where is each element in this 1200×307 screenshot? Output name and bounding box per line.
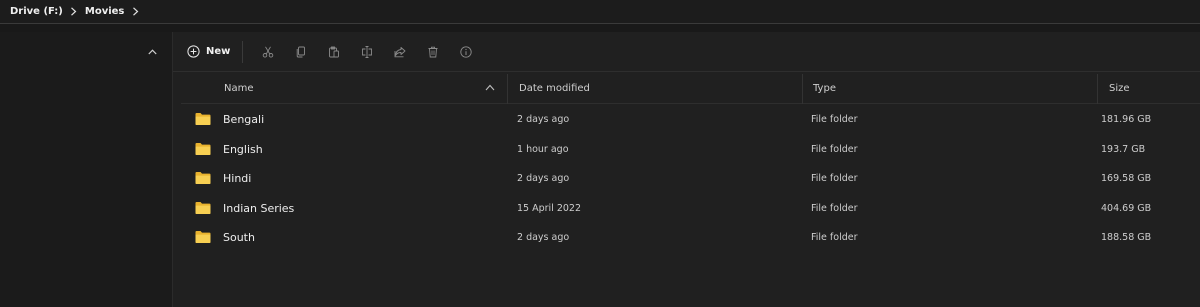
file-size: 169.58 GB bbox=[1101, 173, 1152, 185]
delete-button[interactable] bbox=[416, 39, 449, 65]
folder-icon bbox=[195, 231, 211, 243]
file-date-modified: 2 days ago bbox=[517, 114, 570, 126]
file-type: File folder bbox=[811, 143, 858, 155]
folder-icon bbox=[195, 142, 211, 155]
new-button[interactable]: New bbox=[185, 39, 236, 65]
rename-icon bbox=[361, 45, 372, 58]
column-date-label: Date modified bbox=[519, 82, 590, 94]
chevron-right-icon[interactable] bbox=[67, 5, 81, 19]
column-size-label: Size bbox=[1109, 82, 1130, 94]
file-name: Indian Series bbox=[223, 201, 295, 215]
share-button[interactable] bbox=[383, 39, 416, 65]
column-header-name[interactable]: Name bbox=[224, 72, 504, 104]
file-size: 193.7 GB bbox=[1101, 143, 1146, 155]
column-name-label: Name bbox=[224, 82, 254, 94]
file-name: English bbox=[223, 142, 263, 156]
file-date-modified: 15 April 2022 bbox=[517, 202, 582, 214]
navigation-pane bbox=[0, 32, 172, 307]
address-bar[interactable]: Drive (F:) Movies bbox=[0, 0, 1200, 24]
sort-ascending-icon[interactable] bbox=[485, 84, 495, 91]
breadcrumb: Drive (F:) Movies bbox=[10, 5, 146, 19]
copy-icon bbox=[296, 46, 305, 57]
breadcrumb-item-movies[interactable]: Movies bbox=[85, 6, 125, 17]
file-size: 188.58 GB bbox=[1101, 232, 1152, 244]
info-icon bbox=[460, 45, 472, 58]
column-divider[interactable] bbox=[802, 74, 803, 104]
toolbar-divider bbox=[242, 40, 244, 63]
file-list: Bengali 2 days ago File folder 181.96 GB… bbox=[181, 105, 1200, 253]
column-divider[interactable] bbox=[507, 74, 508, 104]
cut-button[interactable] bbox=[251, 39, 284, 65]
column-divider[interactable] bbox=[1097, 74, 1098, 104]
list-item[interactable]: Hindi 2 days ago File folder 169.58 GB bbox=[181, 164, 1200, 194]
list-item[interactable]: English 1 hour ago File folder 193.7 GB bbox=[181, 135, 1200, 165]
file-size: 404.69 GB bbox=[1101, 202, 1152, 214]
paste-button[interactable] bbox=[317, 39, 350, 65]
copy-button[interactable] bbox=[284, 39, 317, 65]
list-item[interactable]: Indian Series 15 April 2022 File folder … bbox=[181, 194, 1200, 224]
chevron-up-icon bbox=[147, 49, 157, 55]
folder-icon bbox=[195, 201, 211, 214]
file-list-pane: New Name Date modified Type Size Bengali… bbox=[172, 32, 1200, 307]
list-item[interactable]: South 2 days ago File folder 188.58 GB bbox=[181, 223, 1200, 253]
folder-icon bbox=[195, 113, 211, 125]
column-header-date-modified[interactable]: Date modified bbox=[519, 72, 799, 104]
collapse-button[interactable] bbox=[142, 44, 162, 60]
file-type: File folder bbox=[811, 202, 858, 214]
column-header-row: Name Date modified Type Size bbox=[181, 72, 1200, 104]
file-type: File folder bbox=[811, 114, 858, 126]
file-size: 181.96 GB bbox=[1101, 114, 1152, 126]
breadcrumb-item-drive[interactable]: Drive (F:) bbox=[10, 6, 63, 17]
new-label: New bbox=[206, 46, 231, 57]
command-bar: New bbox=[173, 32, 1200, 72]
cut-icon bbox=[262, 46, 274, 58]
share-icon bbox=[394, 46, 406, 57]
column-header-type[interactable]: Type bbox=[813, 72, 1093, 104]
file-name: Bengali bbox=[223, 113, 265, 127]
plus-circle-icon bbox=[187, 45, 200, 58]
file-type: File folder bbox=[811, 232, 858, 244]
chevron-right-icon[interactable] bbox=[128, 5, 142, 19]
details-button[interactable] bbox=[449, 39, 482, 65]
folder-icon bbox=[195, 172, 211, 184]
file-name: South bbox=[223, 231, 255, 245]
file-name: Hindi bbox=[223, 172, 252, 186]
file-type: File folder bbox=[811, 173, 858, 185]
list-item[interactable]: Bengali 2 days ago File folder 181.96 GB bbox=[181, 105, 1200, 135]
rename-button[interactable] bbox=[350, 39, 383, 65]
file-date-modified: 2 days ago bbox=[517, 232, 570, 244]
column-type-label: Type bbox=[813, 82, 836, 94]
column-header-size[interactable]: Size bbox=[1109, 72, 1199, 104]
file-date-modified: 1 hour ago bbox=[517, 143, 569, 155]
delete-icon bbox=[428, 46, 438, 57]
paste-icon bbox=[328, 46, 339, 57]
file-date-modified: 2 days ago bbox=[517, 173, 570, 185]
